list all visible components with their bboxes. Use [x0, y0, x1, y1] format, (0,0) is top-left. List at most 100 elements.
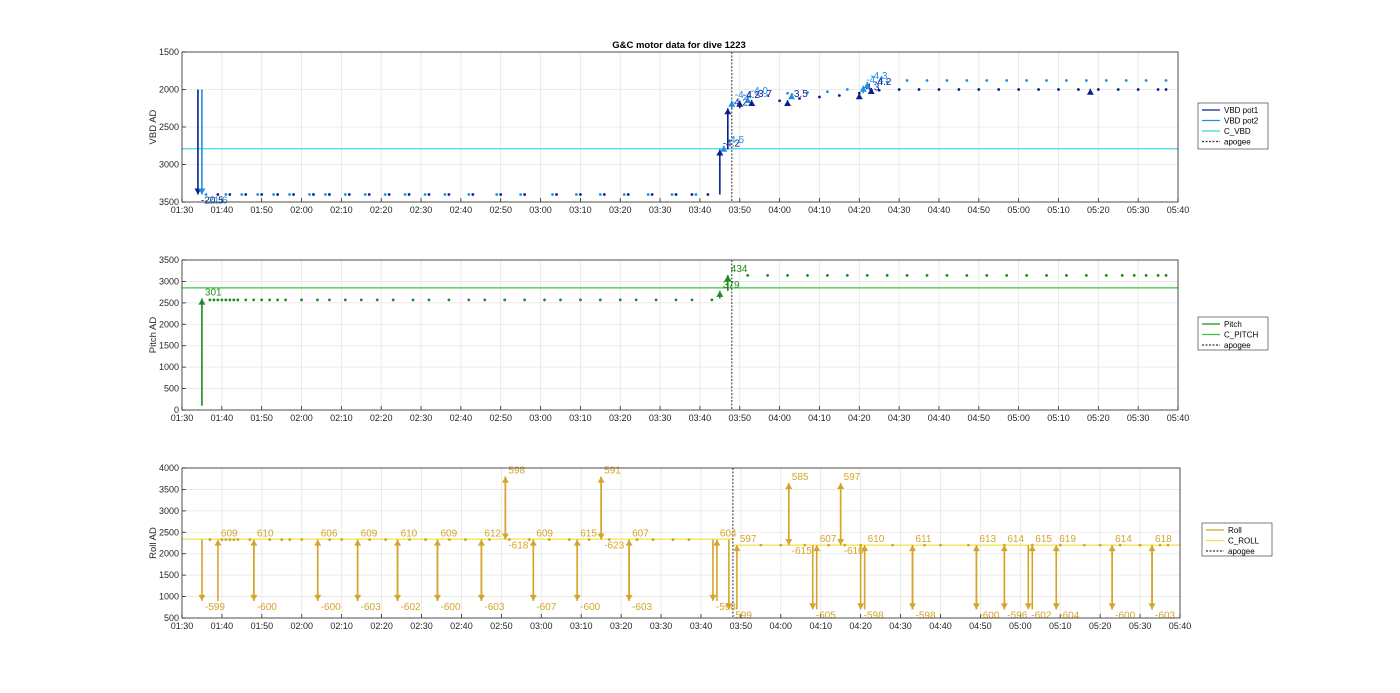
data-point: [403, 193, 407, 196]
y-tick-label: 4000: [159, 463, 179, 473]
data-point: [937, 88, 941, 91]
x-tick-label: 03:30: [649, 413, 672, 423]
legend-label: apogee: [1228, 547, 1255, 556]
data-point: [260, 193, 264, 196]
legend-label: C_VBD: [1224, 127, 1251, 136]
data-point: [1132, 274, 1136, 277]
data-point: [1156, 88, 1160, 91]
x-tick-label: 02:20: [370, 205, 393, 215]
event-label: 613: [979, 534, 996, 545]
data-point: [288, 193, 291, 196]
legend-label: apogee: [1224, 341, 1251, 350]
x-tick-label: 04:20: [848, 205, 871, 215]
x-tick-label: 03:00: [530, 621, 553, 631]
y-axis-label: Pitch AD: [148, 317, 159, 354]
x-tick-label: 05:40: [1167, 413, 1190, 423]
x-tick-label: 02:00: [290, 621, 313, 631]
data-point: [427, 298, 431, 302]
pitch-panel: 01:30 01:40 01:50 02:00 02:10 02:20 02:30 02:40…: [148, 255, 1269, 423]
data-point: [634, 298, 638, 302]
data-point: [363, 193, 367, 196]
event-label: 612: [484, 529, 501, 540]
event-label: -600: [257, 602, 277, 613]
data-point: [690, 193, 694, 196]
x-tick-label: 01:50: [250, 205, 273, 215]
data-point: [523, 298, 527, 302]
event-label: -598: [864, 610, 884, 621]
legend: Roll C_ROLLapogee: [1201, 522, 1273, 557]
data-point: [208, 298, 212, 302]
data-point: [367, 193, 371, 196]
data-point: [845, 88, 849, 91]
x-tick-label: 05:40: [1167, 205, 1190, 215]
data-point: [1057, 88, 1060, 91]
data-point: [499, 193, 503, 196]
event-label: 614: [1115, 534, 1132, 545]
event-label: -600: [580, 602, 600, 613]
event-label: -607: [536, 602, 556, 613]
x-tick-label: 02:10: [330, 413, 353, 423]
data-point: [1005, 79, 1009, 82]
event-label: 614: [1007, 534, 1024, 545]
data-point: [687, 538, 691, 541]
data-point: [443, 193, 447, 196]
data-point: [383, 193, 387, 196]
x-tick-label: 03:10: [569, 205, 592, 215]
data-point: [411, 298, 415, 302]
event-label: -604: [1059, 610, 1079, 621]
data-point: [256, 193, 260, 196]
data-point: [1138, 543, 1142, 547]
x-tick-label: 01:40: [211, 413, 234, 423]
data-point: [1065, 274, 1068, 277]
x-tick-label: 02:50: [490, 621, 513, 631]
event-label: 609: [536, 529, 553, 540]
data-point: [519, 193, 523, 196]
data-point: [551, 193, 554, 196]
event-label: 597: [844, 472, 861, 483]
data-point: [1077, 88, 1080, 91]
data-point: [316, 298, 319, 302]
data-point: [328, 193, 331, 196]
x-tick-label: 01:50: [250, 413, 273, 423]
data-point: [579, 298, 582, 302]
data-point: [654, 298, 658, 302]
x-tick-label: 05:20: [1087, 413, 1110, 423]
data-point: [1144, 79, 1148, 82]
data-point: [694, 193, 698, 196]
y-tick-label: 3000: [159, 160, 179, 170]
event-label: -4.5: [727, 135, 745, 146]
x-tick-label: 05:10: [1047, 413, 1070, 423]
event-label: -615: [792, 546, 812, 557]
data-point: [905, 274, 909, 277]
data-point: [447, 193, 451, 196]
event-label: 591: [604, 466, 621, 477]
data-point: [1156, 274, 1160, 277]
event-label: 615: [580, 529, 597, 540]
plot-area: [182, 260, 1178, 410]
x-tick-label: 04:50: [969, 621, 992, 631]
x-tick-label: 02:30: [410, 621, 433, 631]
x-tick-label: 03:10: [569, 413, 592, 423]
event-label: 301: [205, 288, 222, 299]
x-tick-label: 03:00: [529, 205, 552, 215]
event-label: 610: [401, 529, 418, 540]
data-point: [710, 298, 714, 302]
data-point: [1124, 79, 1128, 82]
data-point: [232, 298, 236, 302]
event-label: 379: [723, 280, 740, 291]
x-tick-label: 03:20: [609, 205, 632, 215]
event-label: -596: [1007, 610, 1027, 621]
data-point: [387, 193, 391, 196]
x-tick-label: 02:50: [489, 413, 512, 423]
x-tick-label: 04:10: [809, 621, 832, 631]
x-tick-label: 03:00: [529, 413, 552, 423]
data-point: [651, 538, 655, 541]
data-point: [786, 274, 789, 277]
data-point: [837, 94, 841, 97]
x-tick-label: 02:10: [330, 205, 353, 215]
y-tick-label: 1000: [159, 362, 179, 372]
legend-label: Roll: [1228, 526, 1242, 535]
legend-label: C_PITCH: [1224, 331, 1258, 340]
data-point: [340, 538, 344, 541]
data-point: [300, 298, 303, 302]
